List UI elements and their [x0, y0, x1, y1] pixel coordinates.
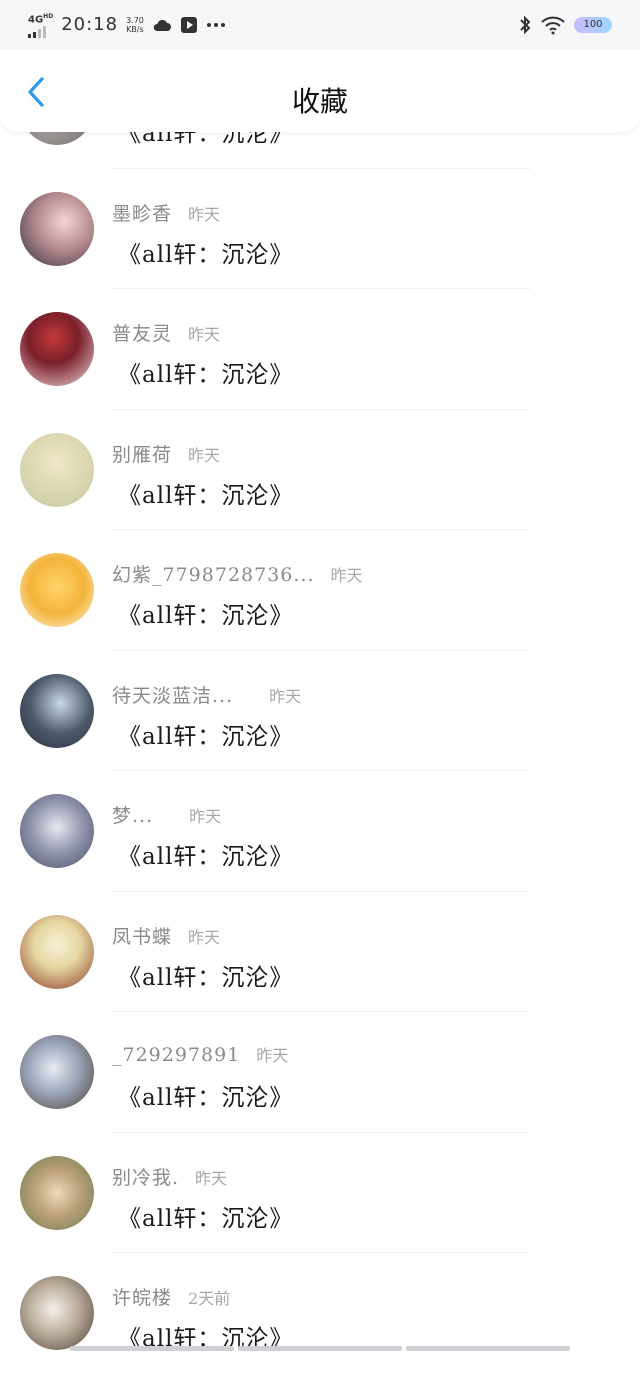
user-name: 别冷我.: [112, 1166, 180, 1189]
wifi-icon: [541, 16, 565, 35]
clock: 20:18: [61, 14, 119, 36]
avatar[interactable]: [20, 1155, 94, 1230]
book-title[interactable]: 《all轩：沉沦》: [118, 837, 293, 871]
avatar[interactable]: [20, 1035, 94, 1109]
avatar[interactable]: [20, 432, 94, 507]
list-item[interactable]: 墨畛香 昨天 《all轩：沉沦》: [0, 169, 640, 289]
list-item[interactable]: 别雁荷 昨天 《all轩：沉沦》: [0, 410, 640, 530]
header: 收藏: [0, 50, 640, 132]
page-title: 收藏: [291, 85, 348, 118]
list-item[interactable]: 幻紫_7798728736... 昨天 《all轩：沉沦》: [0, 530, 640, 651]
time-label: 昨天: [256, 1046, 289, 1065]
list-item[interactable]: 许皖楼 2天前 《all轩：沉沦》: [0, 1253, 640, 1374]
list-item[interactable]: 待天淡蓝洁... 昨天 《all轩：沉沦》: [0, 651, 640, 771]
list-item[interactable]: 梦... 昨天 《all轩：沉沦》: [0, 771, 640, 892]
book-title[interactable]: 《all轩：沉沦》: [118, 717, 293, 751]
item-meta: 凤书蝶 昨天: [112, 922, 220, 949]
item-meta: 待天淡蓝洁... 昨天: [112, 681, 301, 708]
list-item[interactable]: 凤书蝶 昨天 《all轩：沉沦》: [0, 892, 640, 1012]
time-label: 昨天: [269, 686, 302, 706]
avatar[interactable]: [20, 914, 94, 989]
avatar[interactable]: [20, 794, 94, 868]
time-label: 昨天: [195, 1168, 228, 1188]
time-label: 昨天: [188, 325, 221, 344]
user-name: 别雁荷: [112, 443, 173, 466]
book-title[interactable]: 《all轩：沉沦》: [118, 476, 293, 510]
user-name: 梦...: [112, 805, 154, 827]
user-name: 墨畛香: [112, 202, 173, 225]
user-name: 许皖楼: [112, 1287, 173, 1309]
item-meta: 梦... 昨天: [112, 801, 221, 828]
network-type: 4G: [28, 14, 44, 26]
speed-value: 3.70: [126, 15, 144, 25]
scroll-indicator: [70, 1346, 570, 1351]
bluetooth-icon: [520, 15, 531, 35]
user-name: 普友灵: [112, 323, 173, 345]
book-title[interactable]: 《all轩：沉沦》: [118, 596, 293, 630]
item-meta: 幻紫_7798728736... 昨天: [112, 560, 363, 587]
avatar[interactable]: [20, 1276, 94, 1350]
avatar[interactable]: [20, 553, 94, 627]
more-dots-icon: [206, 22, 225, 27]
item-meta: 别雁荷 昨天: [112, 440, 220, 467]
item-meta: 普友灵 昨天: [112, 319, 220, 346]
cloud-icon: [153, 19, 171, 31]
signal-icon: [28, 25, 53, 38]
item-meta: _729297891 昨天: [112, 1042, 288, 1066]
network-speed: 3.70 KB/s: [126, 16, 144, 34]
item-meta: 许皖楼 2天前: [112, 1283, 230, 1310]
book-title[interactable]: 《all轩：沉沦》: [118, 1078, 293, 1112]
time-label: 昨天: [188, 204, 221, 224]
network-indicator: 4GHD: [28, 12, 54, 38]
user-name: 幻紫_7798728736...: [112, 564, 315, 586]
video-play-icon: [180, 16, 197, 33]
avatar[interactable]: [20, 191, 94, 266]
time-label: 昨天: [189, 807, 222, 826]
item-meta: 别冷我. 昨天: [112, 1163, 227, 1190]
user-name: 凤书蝶: [112, 925, 173, 948]
time-label: 2天前: [188, 1289, 231, 1308]
network-hd: HD: [43, 13, 54, 21]
avatar[interactable]: [20, 673, 94, 748]
list-item[interactable]: 普友灵 昨天 《all轩：沉沦》: [0, 289, 640, 410]
time-label: 昨天: [330, 566, 363, 585]
avatar[interactable]: [20, 312, 94, 386]
speed-unit: KB/s: [126, 24, 144, 34]
time-label: 昨天: [188, 445, 221, 465]
battery-indicator: 100: [574, 17, 612, 33]
status-bar: 4GHD 20:18 3.70 KB/s 100: [0, 0, 640, 50]
item-meta: 墨畛香 昨天: [112, 199, 220, 226]
book-title[interactable]: 《all轩：沉沦》: [118, 355, 293, 389]
time-label: 昨天: [188, 927, 221, 947]
book-title[interactable]: 《all轩：沉沦》: [118, 958, 293, 992]
list-item[interactable]: 别冷我. 昨天 《all轩：沉沦》: [0, 1133, 640, 1253]
book-title[interactable]: 《all轩：沉沦》: [118, 235, 293, 269]
favorites-list: 《all轩：沉沦》 墨畛香 昨天 《all轩：沉沦》 普友灵 昨天 《all轩：…: [0, 48, 640, 1374]
user-name: 待天淡蓝洁...: [112, 684, 234, 707]
list-item[interactable]: _729297891 昨天 《all轩：沉沦》: [0, 1012, 640, 1133]
user-name: _729297891: [112, 1044, 241, 1066]
book-title[interactable]: 《all轩：沉沦》: [118, 1199, 293, 1233]
